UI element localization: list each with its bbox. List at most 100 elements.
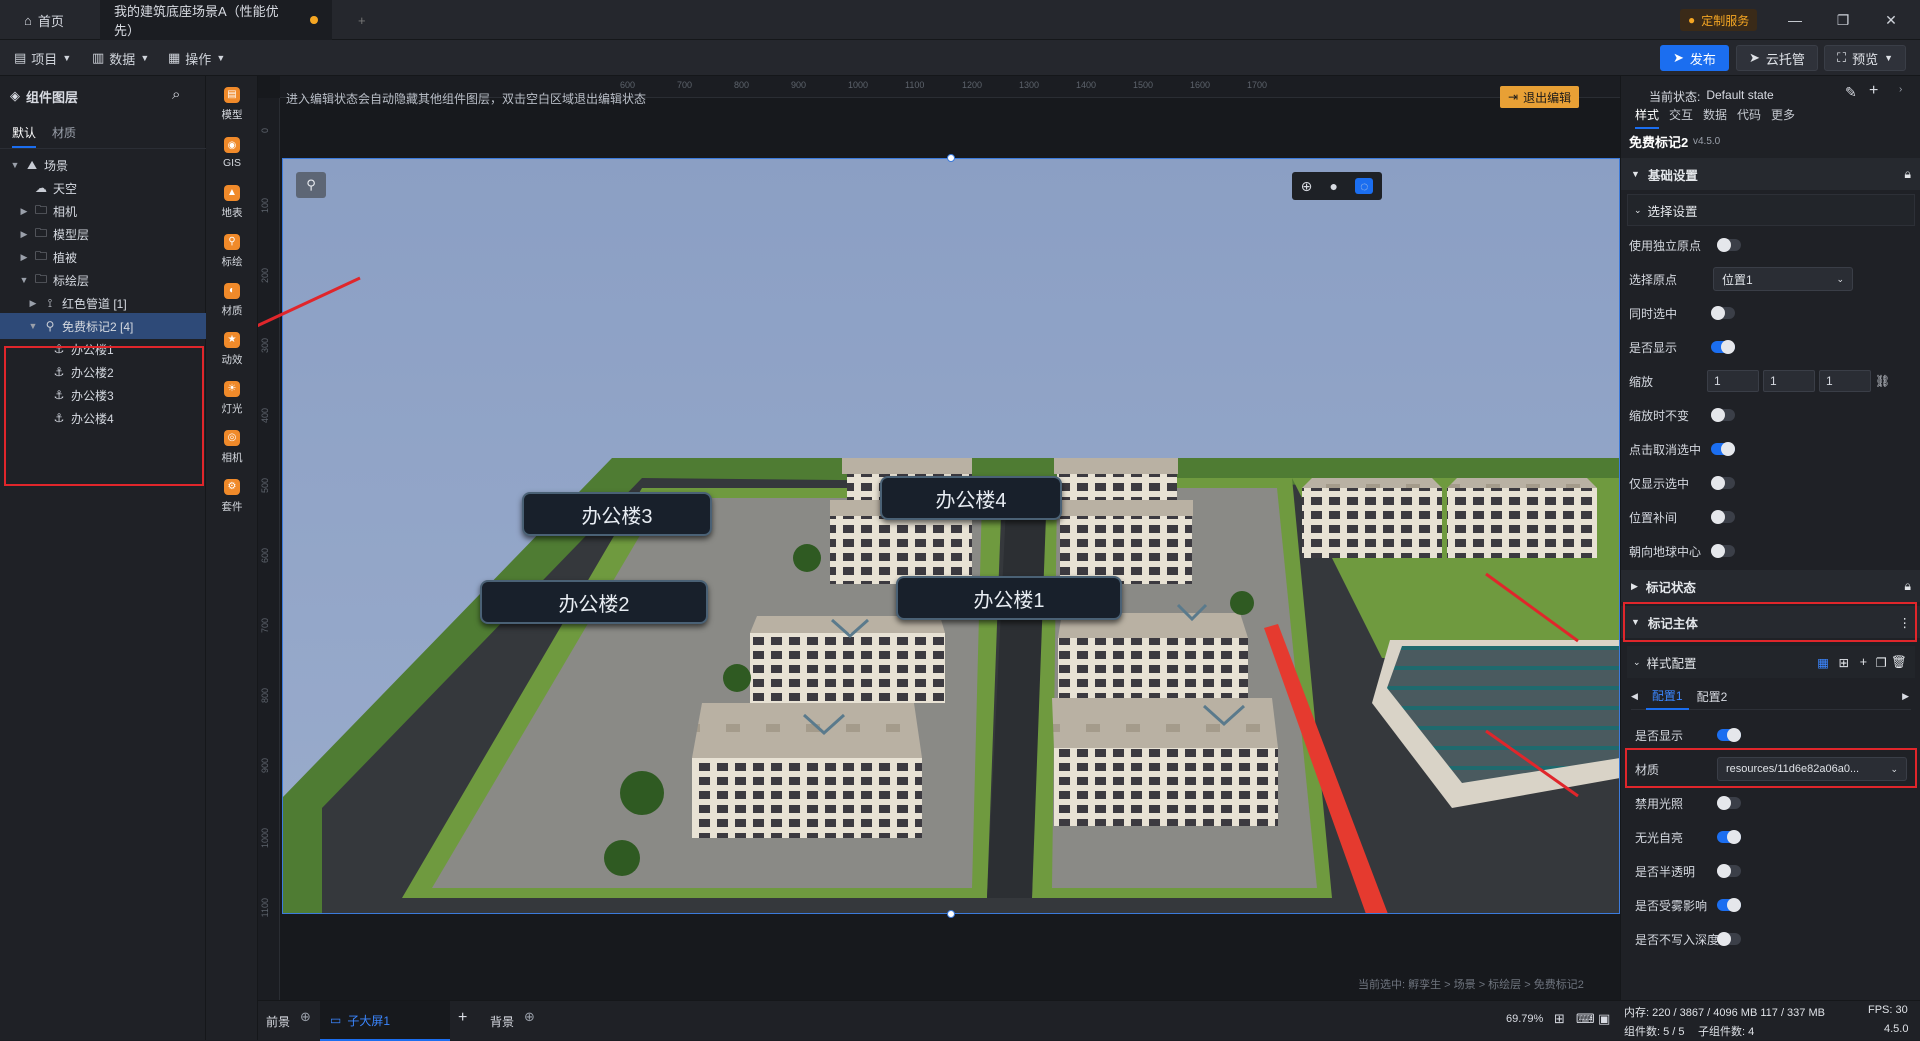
lock-icon[interactable]: 🔒︎ [1904, 579, 1911, 594]
click-cancel-toggle[interactable] [1711, 442, 1735, 456]
publish-button[interactable]: ➤ 发布 [1660, 45, 1729, 71]
pos-interp-toggle[interactable] [1711, 510, 1735, 524]
scale-fixed-toggle[interactable] [1711, 408, 1735, 422]
editor-canvas[interactable]: 600 700 800 900 1000 1100 1200 1300 1400 1500 1600… [258, 76, 1620, 1000]
tab-default[interactable]: 默认 [12, 124, 37, 148]
face-center-toggle[interactable] [1711, 544, 1735, 558]
section-select[interactable]: ⌄ 选择设置 [1627, 194, 1915, 226]
chevron-down-icon[interactable]: ▼ [19, 275, 29, 285]
tool-camera[interactable]: ◎ 相机 [206, 419, 258, 475]
prop-body-visible: 是否显示 [1621, 718, 1920, 752]
scale-y-input[interactable]: 1 [1763, 370, 1815, 392]
cloud-button[interactable]: ➤ 云托管 [1736, 45, 1818, 71]
tab-style[interactable]: 样式 [1635, 106, 1660, 129]
tool-terrain[interactable]: ▲ 地表 [206, 174, 258, 230]
use-origin-toggle[interactable] [1717, 238, 1741, 252]
chevron-right-icon[interactable]: ▶ [28, 298, 38, 309]
add-screen-icon[interactable]: + [458, 1009, 467, 1027]
tool-effect[interactable]: ★ 动效 [206, 321, 258, 377]
console-icon[interactable]: ▣ [1598, 1011, 1610, 1027]
lock-icon[interactable]: 🔒︎ [1904, 167, 1911, 182]
tool-light[interactable]: ☀ 灯光 [206, 370, 258, 426]
chevron-left-icon[interactable]: ◀ [1631, 691, 1638, 702]
chevron-down-icon[interactable]: ▼ [10, 160, 20, 170]
chevron-right-icon[interactable]: ▶ [19, 206, 29, 217]
emissive-toggle[interactable] [1717, 830, 1741, 844]
tool-label: 模型 [221, 108, 243, 121]
menu-project[interactable]: ▤ 项目 ▼ [14, 40, 71, 76]
delete-icon[interactable]: 🗑︎ [1891, 655, 1907, 670]
chevron-right-icon[interactable]: ▶ [1902, 691, 1909, 702]
tab-material[interactable]: 材质 [52, 124, 76, 141]
config-tab-2[interactable]: 配置2 [1689, 684, 1736, 709]
visible-toggle[interactable] [1711, 340, 1735, 354]
prop-scale: 缩放 1 1 1 ⛓ [1621, 364, 1920, 398]
section-marker-state[interactable]: ▶ 标记状态 🔒︎ [1621, 570, 1920, 602]
menu-ops[interactable]: ▦ 操作 ▼ [168, 40, 225, 76]
chevron-down-icon: ▼ [62, 53, 72, 63]
add-foreground-icon[interactable]: ⊕ [300, 1009, 311, 1025]
fog-toggle[interactable] [1717, 898, 1741, 912]
body-visible-toggle[interactable] [1717, 728, 1741, 742]
scale-x-input[interactable]: 1 [1707, 370, 1759, 392]
tool-kit[interactable]: ⚙ 套件 [206, 468, 258, 524]
restore-icon[interactable]: ❐ [1820, 0, 1866, 40]
more-icon[interactable]: ⋮ [1899, 615, 1912, 630]
copy-icon[interactable]: ❐ [1876, 655, 1887, 670]
material-select[interactable]: resources/11d6e82a06a0... ⌄ [1717, 757, 1907, 781]
multi-select-toggle[interactable] [1711, 306, 1735, 320]
tool-marker[interactable]: ⚲ 标绘 [206, 223, 258, 279]
section-basic[interactable]: ▼ 基础设置 🔒︎ [1621, 158, 1920, 190]
custom-service-button[interactable]: ● 定制服务 [1680, 9, 1758, 31]
tool-gis[interactable]: ◉ GIS [206, 125, 258, 181]
prop-label: 无光自亮 [1635, 830, 1684, 845]
no-depth-toggle[interactable] [1717, 932, 1741, 946]
tab-data[interactable]: 数据 [1703, 106, 1727, 123]
tab-interaction[interactable]: 交互 [1669, 106, 1693, 123]
chevron-right-icon[interactable]: › [1899, 84, 1902, 95]
chevron-right-icon[interactable]: ▶ [19, 252, 29, 263]
scale-z-input[interactable]: 1 [1819, 370, 1871, 392]
fit-screen-icon[interactable]: ⊞ [1554, 1011, 1565, 1027]
add-tab-button[interactable]: + [344, 0, 380, 40]
add-background-icon[interactable]: ⊕ [524, 1009, 535, 1025]
config-tabs: ◀ 配置1 配置2 ▶ [1631, 684, 1911, 710]
only-show-toggle[interactable] [1711, 476, 1735, 490]
section-style-config[interactable]: ⌄ 样式配置 ▦ ⊞ + ❐ 🗑︎ [1627, 646, 1915, 678]
prop-no-depth: 是否不写入深度 [1621, 922, 1920, 956]
add-config-icon[interactable]: + [1860, 655, 1867, 669]
tab-home[interactable]: ⌂ 首页 [10, 0, 78, 40]
status-bar: 内存: 220 / 3867 / 4096 MB 117 / 337 MB FP… [1620, 1000, 1920, 1040]
foreground-tab[interactable]: 前景 [266, 1013, 290, 1030]
screen-tab[interactable]: ▭ 子大屏1 [320, 1001, 450, 1041]
search-icon[interactable]: ⌕ [172, 86, 180, 103]
config-tab-1[interactable]: 配置1 [1645, 683, 1689, 710]
link-icon[interactable]: ⛓ [1875, 374, 1890, 388]
tab-more[interactable]: 更多 [1771, 106, 1795, 123]
card-view-icon[interactable]: ▦ [1817, 655, 1829, 670]
tool-label: 标绘 [221, 255, 243, 268]
tool-label: 动效 [221, 353, 243, 366]
tab-code[interactable]: 代码 [1737, 106, 1761, 123]
tool-material[interactable]: ◐ 材质 [206, 272, 258, 328]
cloud-label: 云托管 [1765, 51, 1805, 67]
semi-trans-toggle[interactable] [1717, 864, 1741, 878]
minimize-icon[interactable]: — [1772, 0, 1818, 40]
tool-model[interactable]: ▤ 模型 [206, 76, 258, 132]
disable-light-toggle[interactable] [1717, 796, 1741, 810]
zoom-level[interactable]: 69.79% [1506, 1013, 1543, 1025]
tree-item[interactable]: ⚓ 办公楼4 [0, 405, 206, 431]
tab-project[interactable]: 我的建筑底座场景A（性能优先） [100, 0, 332, 40]
menu-data[interactable]: ▥ 数据 ▼ [92, 40, 149, 76]
close-icon[interactable]: ✕ [1868, 0, 1914, 40]
origin-select[interactable]: 位置1 ⌄ [1713, 267, 1853, 291]
preview-button[interactable]: ⛶ 预览 ▼ [1824, 45, 1907, 71]
table-view-icon[interactable]: ⊞ [1839, 655, 1849, 670]
keyboard-icon[interactable]: ⌨ [1576, 1011, 1595, 1027]
section-marker-body[interactable]: ▼ 标记主体 ⋮ [1621, 606, 1920, 638]
chevron-down-icon[interactable]: ▼ [28, 321, 38, 331]
background-tab[interactable]: 背景 [490, 1013, 514, 1030]
edit-state-icon[interactable]: ✎ [1845, 84, 1857, 101]
chevron-right-icon[interactable]: ▶ [19, 229, 29, 240]
add-state-icon[interactable]: + [1869, 82, 1878, 100]
